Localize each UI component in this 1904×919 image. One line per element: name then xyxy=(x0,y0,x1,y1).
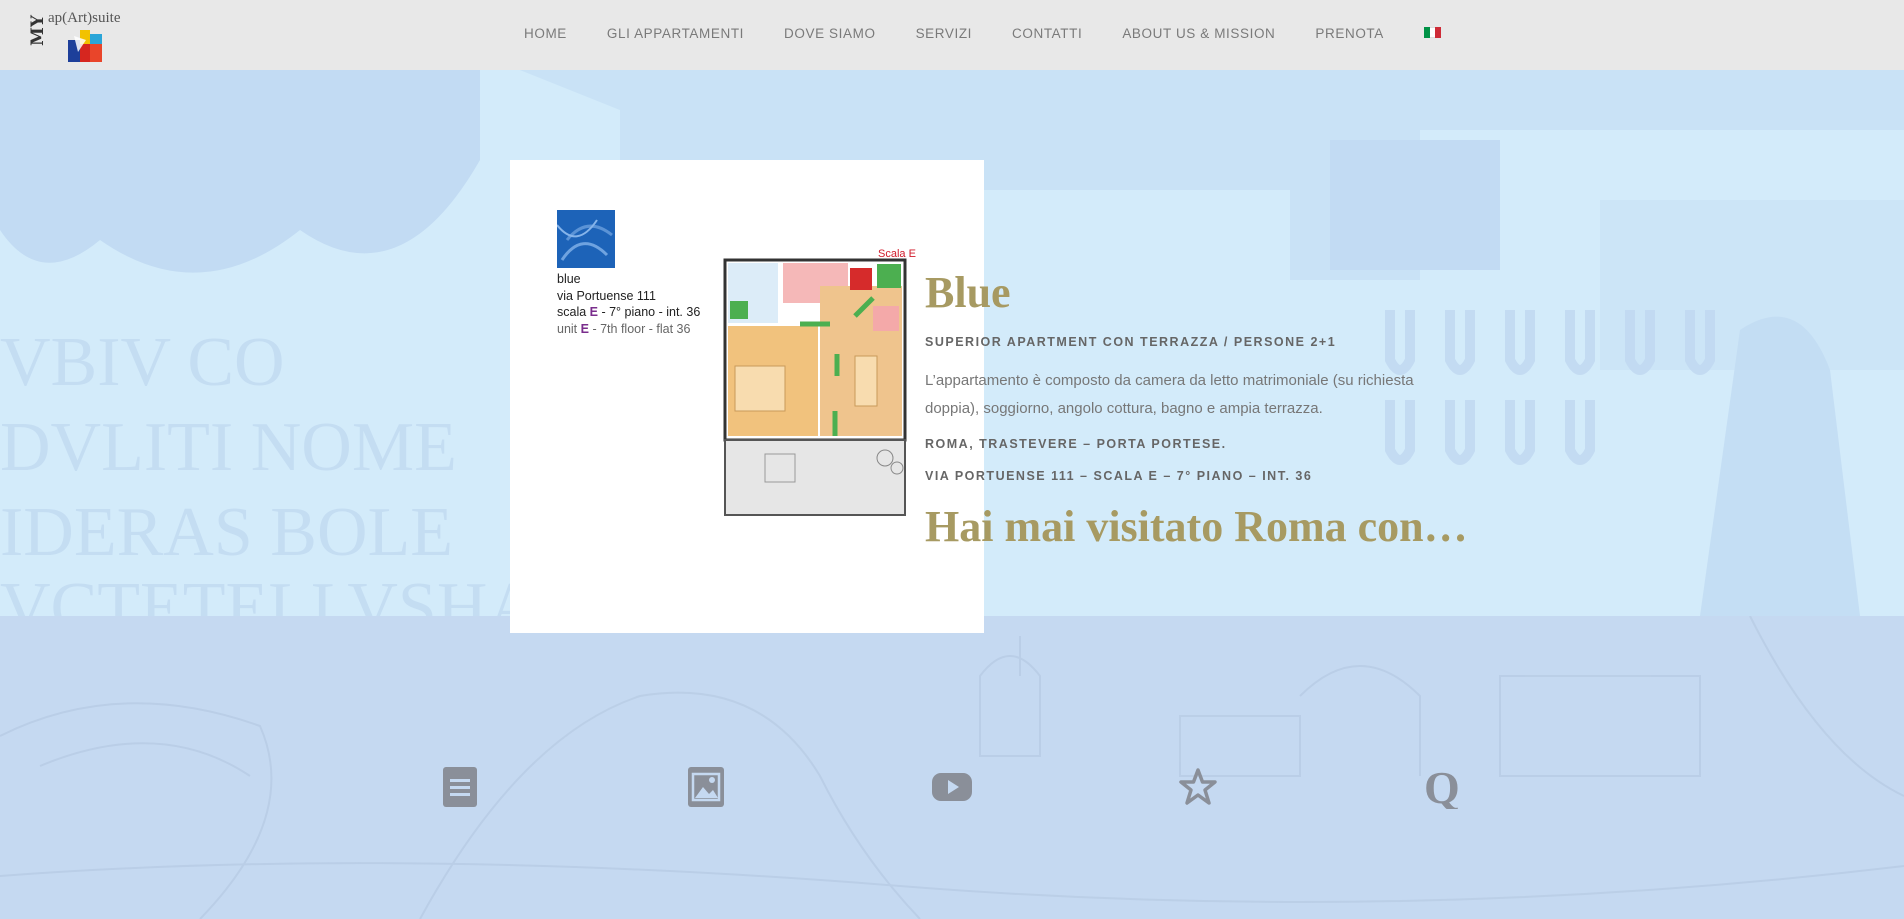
plan-caption: blue via Portuense 111 scala E - 7° pian… xyxy=(557,271,700,337)
plan-scala: scala E - 7° piano - int. 36 xyxy=(557,305,701,319)
quote-icon[interactable]: Q xyxy=(1424,765,1464,809)
nav-dove-siamo[interactable]: DOVE SIAMO xyxy=(784,26,876,41)
nav-home[interactable]: HOME xyxy=(524,26,567,41)
site-logo[interactable]: MY ap(Art)suite xyxy=(28,8,128,62)
blue-swatch-image xyxy=(557,210,615,268)
apartment-subtitle: SUPERIOR APARTMENT CON TERRAZZA / PERSON… xyxy=(925,335,1337,349)
nav-contatti[interactable]: CONTATTI xyxy=(1012,26,1082,41)
svg-text:DVLITI NOME: DVLITI NOME xyxy=(0,409,457,486)
floor-plan-diagram xyxy=(723,258,907,516)
apartment-address: VIA PORTUENSE 111 – SCALA E – 7° PIANO –… xyxy=(925,469,1313,483)
nav-servizi[interactable]: SERVIZI xyxy=(916,26,972,41)
apartment-description: L’appartamento è composto da camera da l… xyxy=(925,372,1414,417)
document-icon[interactable] xyxy=(440,765,480,809)
feature-icon-row: Q xyxy=(0,765,1904,815)
floor-plan-card: blue via Portuense 111 scala E - 7° pian… xyxy=(510,160,984,633)
logo-mark: MY xyxy=(28,15,48,46)
visit-rome-headline: Hai mai visitato Roma con… xyxy=(925,502,1468,551)
svg-text:VBIV CO: VBIV CO xyxy=(0,324,285,401)
svg-text:VCTETELLVSHA: VCTETELLVSHA xyxy=(0,569,538,616)
logo-art-icon xyxy=(68,30,102,62)
plan-street: via Portuense 111 xyxy=(557,288,656,303)
video-icon[interactable] xyxy=(930,765,974,809)
svg-text:Q: Q xyxy=(1424,765,1460,809)
apartment-location: ROMA, TRASTEVERE – PORTA PORTESE. xyxy=(925,437,1227,451)
image-icon[interactable] xyxy=(686,765,726,809)
nav-appartamenti[interactable]: GLI APPARTAMENTI xyxy=(607,26,744,41)
nav-prenota[interactable]: PRENOTA xyxy=(1315,26,1383,41)
apartment-info: Blue SUPERIOR APARTMENT CON TERRAZZA / P… xyxy=(925,265,1468,552)
star-icon[interactable] xyxy=(1178,765,1218,809)
plan-name: blue xyxy=(557,272,581,286)
top-navigation-bar: MY ap(Art)suite HOME GLI APPARTAMENTI DO… xyxy=(0,0,1904,70)
plan-unit: unit E - 7th floor - flat 36 xyxy=(557,321,691,336)
svg-text:IDERAS BOLE: IDERAS BOLE xyxy=(0,494,453,571)
apartment-title: Blue xyxy=(925,268,1011,317)
main-nav: HOME GLI APPARTAMENTI DOVE SIAMO SERVIZI… xyxy=(524,26,1441,41)
nav-about-us[interactable]: ABOUT US & MISSION xyxy=(1122,26,1275,41)
italian-flag-icon[interactable] xyxy=(1423,27,1441,38)
logo-wordmark: ap(Art)suite xyxy=(48,10,121,26)
